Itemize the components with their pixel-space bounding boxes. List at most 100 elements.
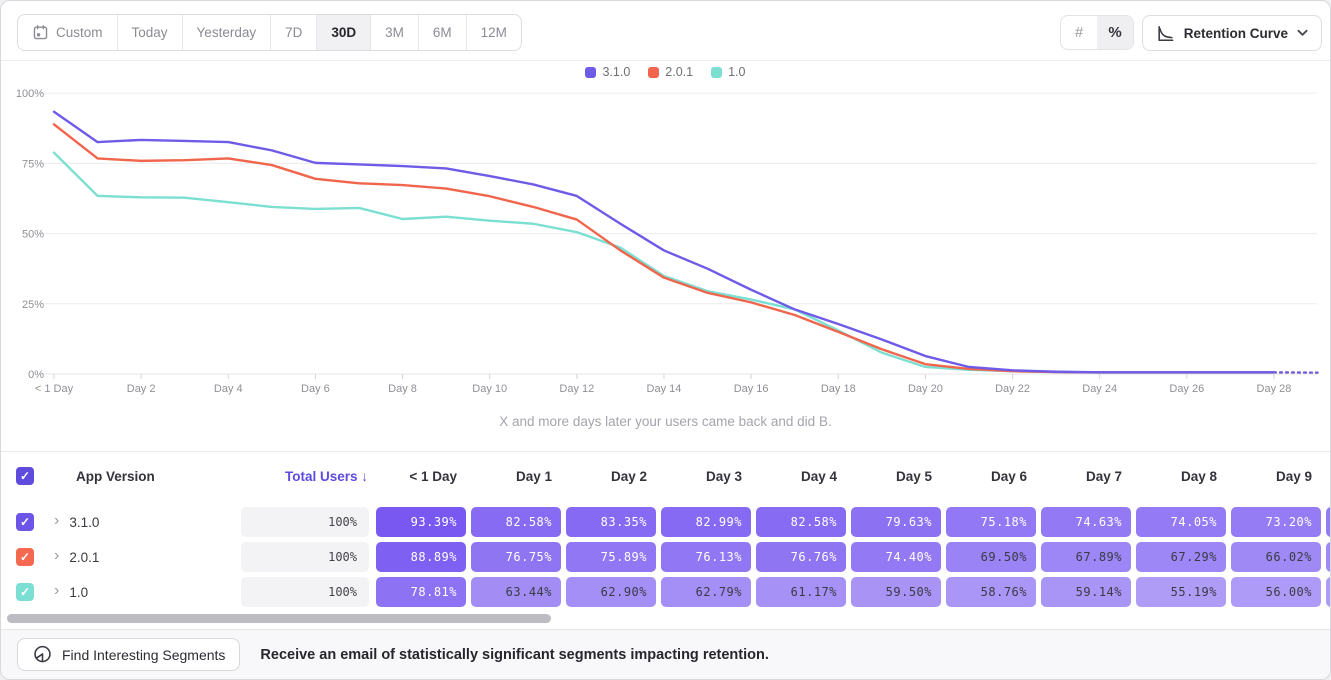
retention-cell-day-3[interactable]: 76.13%	[661, 542, 751, 572]
series-line-1.0[interactable]	[54, 153, 1274, 373]
select-all-checkbox[interactable]: ✓	[16, 467, 34, 485]
x-axis-label: Day 8	[388, 383, 417, 395]
total-users-cell: 100%	[241, 577, 369, 607]
retention-cell-day-3[interactable]: 82.99%	[661, 507, 751, 537]
row-checkbox-2.0.1[interactable]: ✓	[16, 548, 34, 566]
retention-cell-day-5[interactable]: 59.50%	[851, 577, 941, 607]
total-users-cell: 100%	[241, 507, 369, 537]
retention-cell-day-2[interactable]: 62.90%	[566, 577, 656, 607]
retention-cell-day-6[interactable]: 58.76%	[946, 577, 1036, 607]
table-row-2.0.1: ✓›2.0.1100%88.89%76.75%75.89%76.13%76.76…	[1, 542, 1330, 572]
retention-cell-day-0[interactable]: 93.39%	[376, 507, 466, 537]
column-header-day-9: Day 9	[1231, 469, 1326, 484]
chevron-right-icon[interactable]: ›	[54, 513, 59, 529]
x-axis-label: Day 6	[301, 383, 330, 395]
chevron-right-icon[interactable]: ›	[54, 583, 59, 599]
x-axis-label: Day 2	[127, 383, 156, 395]
retention-cell-day-4[interactable]: 82.58%	[756, 507, 846, 537]
total-users-cell: 100%	[241, 542, 369, 572]
value-format-toggle: #%	[1060, 15, 1134, 50]
x-axis-label: Day 4	[214, 383, 243, 395]
column-header-day-7: Day 7	[1041, 469, 1136, 484]
table-row-3.1.0: ✓›3.1.0100%93.39%82.58%83.35%82.99%82.58…	[1, 507, 1330, 537]
retention-cell-day-1[interactable]: 63.44%	[471, 577, 561, 607]
retention-cell-overflow	[1326, 542, 1331, 572]
column-header-total-users[interactable]: Total Users ↓	[241, 469, 376, 484]
retention-cell-day-3[interactable]: 62.79%	[661, 577, 751, 607]
range-label: 6M	[433, 25, 452, 40]
retention-cell-day-0[interactable]: 88.89%	[376, 542, 466, 572]
retention-cell-day-7[interactable]: 67.89%	[1041, 542, 1131, 572]
range-label: Today	[132, 25, 168, 40]
range-button-7d[interactable]: 7D	[271, 15, 317, 50]
retention-cell-overflow	[1326, 577, 1331, 607]
retention-report-card: Custom Today Yesterday 7D 30D 3M 6M 12M #% Rete…	[0, 0, 1331, 680]
row-checkbox-3.1.0[interactable]: ✓	[16, 513, 34, 531]
retention-cell-day-8[interactable]: 67.29%	[1136, 542, 1226, 572]
retention-cell-day-9[interactable]: 73.20%	[1231, 507, 1321, 537]
column-header--1-day: < 1 Day	[376, 469, 471, 484]
retention-cell-day-7[interactable]: 74.63%	[1041, 507, 1131, 537]
retention-cell-day-6[interactable]: 75.18%	[946, 507, 1036, 537]
retention-curve-icon	[1156, 24, 1175, 43]
legend-label: 1.0	[728, 65, 745, 79]
y-axis-label: 100%	[16, 88, 44, 100]
retention-cell-day-8[interactable]: 74.05%	[1136, 507, 1226, 537]
retention-chart[interactable]: 0%25%50%75%100%< 1 DayDay 2Day 4Day 6Day…	[1, 86, 1331, 401]
range-label: 7D	[285, 25, 302, 40]
find-interesting-segments-button[interactable]: Find Interesting Segments	[17, 638, 240, 671]
range-label: 3M	[385, 25, 404, 40]
app-version-label: 1.0	[69, 585, 88, 600]
range-label: Yesterday	[197, 25, 257, 40]
chart-type-label: Retention Curve	[1184, 26, 1288, 41]
footer-bar: Find Interesting Segments Receive an ema…	[1, 629, 1330, 679]
retention-cell-day-6[interactable]: 69.50%	[946, 542, 1036, 572]
chart-type-dropdown[interactable]: Retention Curve	[1142, 15, 1322, 51]
column-header-day-8: Day 8	[1136, 469, 1231, 484]
range-button-12m[interactable]: 12M	[467, 15, 521, 50]
retention-cell-day-5[interactable]: 74.40%	[851, 542, 941, 572]
range-button-today[interactable]: Today	[118, 15, 183, 50]
retention-cell-day-2[interactable]: 75.89%	[566, 542, 656, 572]
retention-cell-day-4[interactable]: 61.17%	[756, 577, 846, 607]
table-header-row: ✓ App Version Total Users ↓ < 1 DayDay 1…	[1, 452, 1330, 500]
retention-table: ✓ App Version Total Users ↓ < 1 DayDay 1…	[1, 451, 1330, 612]
column-header-day-4: Day 4	[756, 469, 851, 484]
column-header-day-6: Day 6	[946, 469, 1041, 484]
y-axis-label: 0%	[28, 369, 44, 381]
range-button-yesterday[interactable]: Yesterday	[183, 15, 272, 50]
retention-cell-day-9[interactable]: 56.00%	[1231, 577, 1321, 607]
retention-cell-day-1[interactable]: 76.75%	[471, 542, 561, 572]
retention-cell-day-2[interactable]: 83.35%	[566, 507, 656, 537]
series-line-3.1.0[interactable]	[54, 112, 1274, 373]
range-button-custom[interactable]: Custom	[18, 15, 118, 50]
column-header-day-1: Day 1	[471, 469, 566, 484]
find-interesting-segments-label: Find Interesting Segments	[62, 647, 225, 663]
retention-cell-day-7[interactable]: 59.14%	[1041, 577, 1131, 607]
y-axis-label: 75%	[22, 158, 44, 170]
retention-cell-day-5[interactable]: 79.63%	[851, 507, 941, 537]
series-line-2.0.1[interactable]	[54, 124, 1274, 372]
chevron-down-icon	[1297, 29, 1308, 37]
range-label: 30D	[331, 25, 356, 40]
x-axis-label: Day 22	[995, 383, 1030, 395]
retention-cell-day-0[interactable]: 78.81%	[376, 577, 466, 607]
range-button-30d[interactable]: 30D	[317, 15, 371, 50]
legend-item-1.0: 1.0	[711, 65, 745, 79]
legend-swatch	[648, 67, 659, 78]
retention-cell-day-1[interactable]: 82.58%	[471, 507, 561, 537]
chevron-right-icon[interactable]: ›	[54, 548, 59, 564]
range-button-3m[interactable]: 3M	[371, 15, 419, 50]
sort-desc-arrow: ↓	[361, 469, 368, 484]
format-button-percentages[interactable]: %	[1097, 16, 1133, 49]
row-checkbox-1.0[interactable]: ✓	[16, 583, 34, 601]
table-body: ✓›3.1.0100%93.39%82.58%83.35%82.99%82.58…	[1, 507, 1330, 607]
retention-cell-day-4[interactable]: 76.76%	[756, 542, 846, 572]
x-axis-label: Day 26	[1169, 383, 1204, 395]
legend-label: 2.0.1	[665, 65, 693, 79]
retention-cell-day-9[interactable]: 66.02%	[1231, 542, 1321, 572]
range-button-6m[interactable]: 6M	[419, 15, 467, 50]
retention-cell-day-8[interactable]: 55.19%	[1136, 577, 1226, 607]
format-button-absolute-numbers[interactable]: #	[1061, 16, 1097, 49]
horizontal-scrollbar-thumb[interactable]	[7, 614, 551, 623]
